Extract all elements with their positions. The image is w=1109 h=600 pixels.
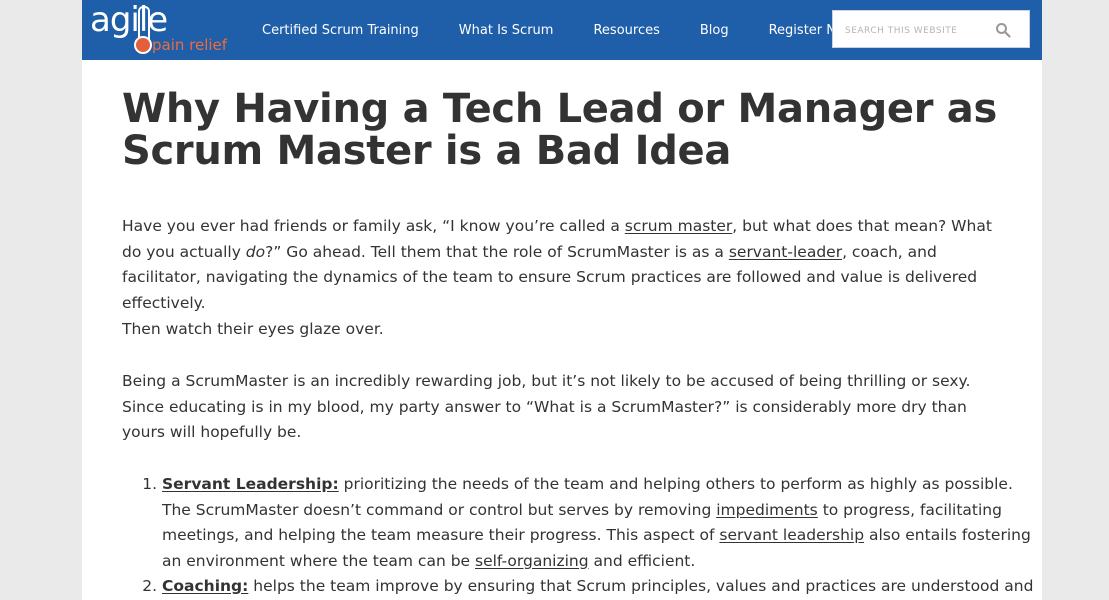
emphasis-do: do [245, 242, 266, 261]
self-organizing-link[interactable]: self-organizing [475, 552, 589, 570]
impediments-link[interactable]: impediments [716, 501, 818, 519]
article: Why Having a Tech Lead or Manager as Scr… [122, 86, 1033, 595]
article-paragraph-1: Have you ever had friends or family ask,… [122, 214, 1002, 316]
nav-item-blog[interactable]: Blog [700, 23, 729, 38]
search-icon[interactable] [995, 22, 1011, 38]
site-header: agile pain relief Certified Scrum Traini… [82, 0, 1042, 60]
servant-leader-link[interactable]: servant-leader [729, 243, 842, 261]
article-paragraph-2: Then watch their eyes glaze over. [122, 320, 384, 338]
logo-tagline: pain relief [152, 36, 228, 54]
search-box [832, 10, 1030, 48]
nav-item-resources[interactable]: Resources [593, 23, 659, 38]
scrum-master-link[interactable]: scrum master [625, 217, 732, 235]
coaching-heading-link[interactable]: Coaching: [162, 577, 248, 595]
main-nav: Certified Scrum Training What Is Scrum R… [262, 0, 895, 60]
text-run: helps the team improve by ensuring that … [248, 577, 1034, 595]
text-run: ?” Go ahead. Tell them that the role of … [265, 242, 729, 261]
role-list: Servant Leadership: prioritizing the nee… [122, 472, 1042, 600]
list-item-servant-leadership: Servant Leadership: prioritizing the nee… [162, 472, 1042, 574]
servant-leadership-heading-link[interactable]: Servant Leadership: [162, 475, 339, 493]
thermometer-bulb-icon [134, 36, 152, 54]
site-logo[interactable]: agile pain relief [90, 0, 250, 56]
logo-word: agile [90, 0, 168, 40]
text-run: Have you ever had friends or family ask,… [122, 217, 625, 235]
nav-item-certified-scrum-training[interactable]: Certified Scrum Training [262, 23, 419, 38]
text-run: and efficient. [588, 551, 696, 570]
servant-leadership-link[interactable]: servant leadership [719, 526, 864, 544]
nav-item-what-is-scrum[interactable]: What Is Scrum [459, 23, 554, 38]
search-input[interactable] [843, 21, 987, 41]
page: agile pain relief Certified Scrum Traini… [82, 0, 1042, 600]
article-paragraph-3: Being a ScrumMaster is an incredibly rew… [122, 372, 971, 441]
article-title: Why Having a Tech Lead or Manager as Scr… [122, 86, 998, 174]
list-item-coaching: Coaching: helps the team improve by ensu… [162, 574, 1042, 600]
